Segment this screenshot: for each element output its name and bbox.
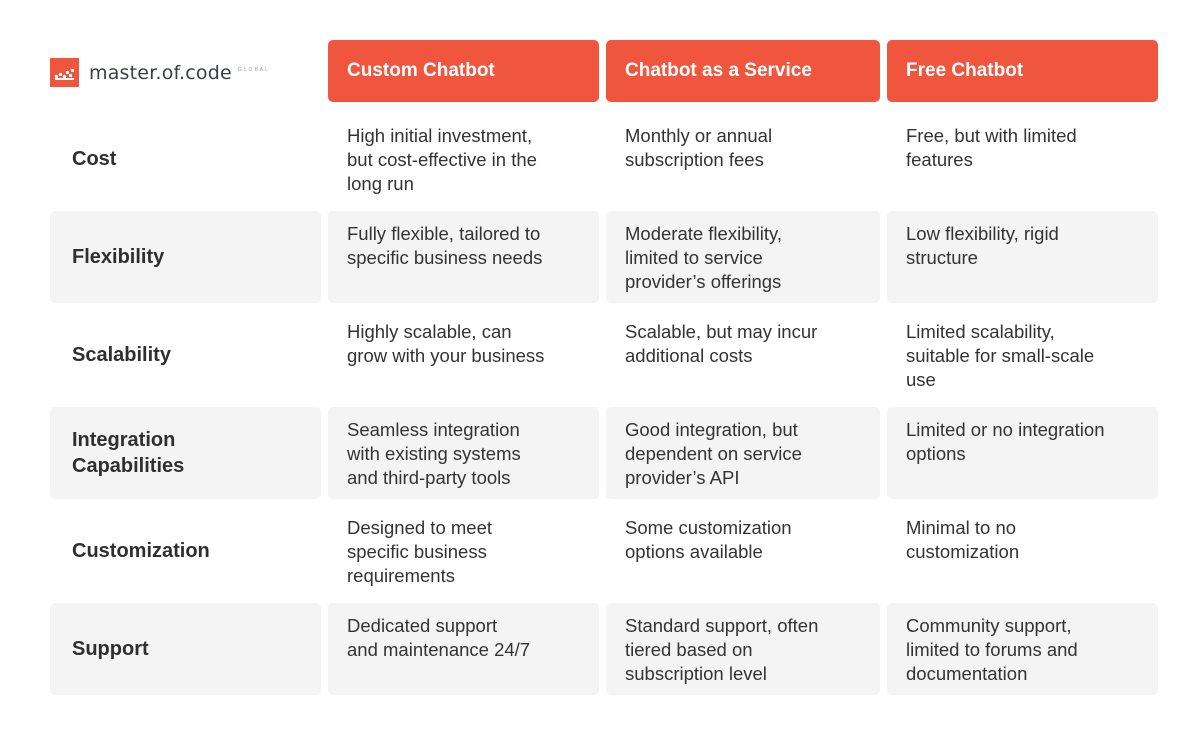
row-label: Flexibility	[50, 211, 321, 303]
table-cell: Community support, limited to forums and…	[887, 603, 1158, 695]
table-cell: Monthly or annual subscription fees	[625, 125, 773, 170]
table-cell: Good integration, but dependent on servi…	[606, 407, 880, 499]
table-cell: Some customization options available	[625, 517, 792, 562]
brand-suffix: GLOBAL	[237, 66, 270, 73]
row-label: Customization	[72, 540, 210, 562]
table-cell: High initial investment, but cost-effect…	[347, 125, 537, 194]
row-label: Scalability	[72, 344, 171, 366]
table-cell: Fully flexible, tailored to specific bus…	[328, 211, 599, 303]
table-cell: Moderate flexibility, limited to service…	[606, 211, 880, 303]
row-label: Integration Capabilities	[50, 407, 321, 499]
table-cell: Scalable, but may incur additional costs	[625, 321, 818, 366]
column-header-custom-chatbot: Custom Chatbot	[328, 40, 599, 102]
table-cell: Highly scalable, can grow with your busi…	[347, 321, 545, 366]
table-cell: Standard support, often tiered based on …	[606, 603, 880, 695]
table-cell: Minimal to no customization	[906, 517, 1020, 562]
column-header-chatbot-as-a-service: Chatbot as a Service	[606, 40, 880, 102]
row-label: Support	[50, 603, 321, 695]
table-cell: Seamless integration with existing syste…	[328, 407, 599, 499]
column-header-free-chatbot: Free Chatbot	[887, 40, 1158, 102]
table-row-scalability: Scalability Highly scalable, can grow wi…	[0, 309, 1200, 401]
table-row-flexibility: Flexibility Fully flexible, tailored to …	[0, 211, 1200, 303]
table-cell: Limited or no integration options	[887, 407, 1158, 499]
row-label: Cost	[72, 148, 117, 170]
brand-name: master.of.code	[89, 61, 232, 84]
table-cell: Limited scalability, suitable for small-…	[906, 321, 1095, 390]
logo-mark-icon	[50, 58, 79, 87]
table-cell: Low flexibility, rigid structure	[887, 211, 1158, 303]
table-row-customization: Customization Designed to meet specific …	[0, 505, 1200, 597]
table-cell: Free, but with limited features	[906, 125, 1077, 170]
table-row-support: Support Dedicated support and maintenanc…	[0, 603, 1200, 695]
table-cell: Dedicated support and maintenance 24/7	[328, 603, 599, 695]
table-row-integration-capabilities: Integration Capabilities Seamless integr…	[0, 407, 1200, 499]
brand-logo: master.of.code GLOBAL	[50, 58, 270, 87]
table-cell: Designed to meet specific business requi…	[347, 517, 493, 586]
table-row-cost: Cost High initial investment, but cost-e…	[0, 113, 1200, 205]
